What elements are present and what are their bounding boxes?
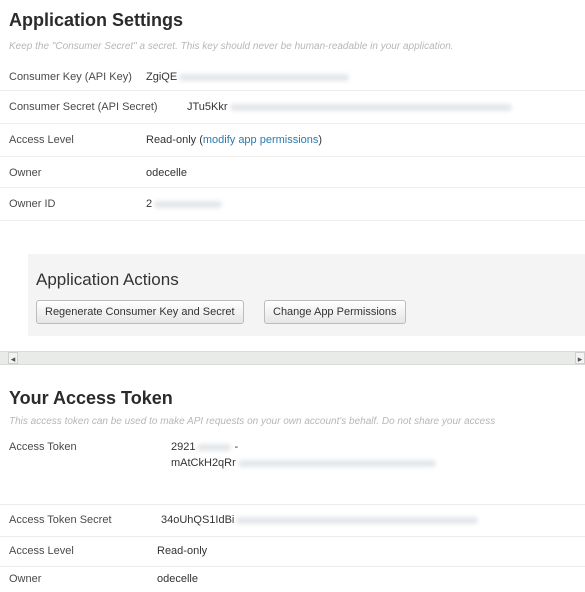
redacted-value — [179, 73, 350, 81]
redacted-value — [197, 443, 232, 451]
owner-id-label: Owner ID — [9, 198, 56, 210]
token-owner-label: Owner — [9, 573, 42, 585]
token-access-level-value: Read-only — [157, 545, 208, 557]
consumer-key-row: Consumer Key (API Key) ZgiQE — [0, 62, 585, 91]
owner-id-value: 2 — [146, 198, 223, 210]
app-settings-title: Application Settings — [9, 10, 184, 30]
consumer-key-label: Consumer Key (API Key) — [9, 71, 132, 83]
consumer-secret-row: Consumer Secret (API Secret) JTu5Kkr — [0, 90, 585, 124]
access-level-value: Read-only (modify app permissions) — [146, 134, 323, 146]
token-access-level-row: Access Level Read-only — [0, 536, 585, 567]
access-token-secret-row: Access Token Secret 34oUhQS1IdBi — [0, 504, 585, 537]
consumer-secret-value: JTu5Kkr — [187, 101, 512, 113]
access-token-value-line2: mAtCkH2qRr — [171, 457, 436, 469]
access-token-value-line1: 2921 - — [171, 441, 239, 453]
redacted-value — [236, 516, 479, 524]
app-settings-note: Keep the "Consumer Secret" a secret. Thi… — [9, 41, 454, 52]
scroll-right-icon[interactable]: ▸ — [575, 352, 585, 364]
owner-row: Owner odecelle — [0, 156, 585, 188]
regenerate-consumer-key-button[interactable]: Regenerate Consumer Key and Secret — [36, 300, 244, 324]
redacted-value — [237, 459, 436, 467]
access-level-label: Access Level — [9, 134, 74, 146]
owner-label: Owner — [9, 167, 42, 179]
redacted-value — [229, 103, 512, 111]
access-token-title: Your Access Token — [9, 388, 173, 408]
access-token-secret-label: Access Token Secret — [9, 514, 112, 526]
consumer-secret-label: Consumer Secret (API Secret) — [9, 101, 158, 113]
token-owner-row: Owner odecelle — [0, 566, 585, 591]
horizontal-scrollbar[interactable]: ◂ ▸ — [0, 351, 585, 365]
consumer-key-value: ZgiQE — [146, 71, 350, 83]
change-app-permissions-button[interactable]: Change App Permissions — [264, 300, 406, 324]
owner-value: odecelle — [146, 167, 187, 179]
modify-app-permissions-link[interactable]: modify app permissions — [203, 134, 319, 146]
access-token-note: This access token can be used to make AP… — [9, 416, 496, 427]
redacted-value — [154, 200, 223, 208]
token-owner-value: odecelle — [157, 573, 198, 585]
owner-id-row: Owner ID 2 — [0, 187, 585, 221]
scroll-left-icon[interactable]: ◂ — [8, 352, 18, 364]
application-actions-panel: Application Actions Regenerate Consumer … — [28, 254, 585, 336]
token-access-level-label: Access Level — [9, 545, 74, 557]
app-actions-title: Application Actions — [36, 270, 179, 289]
access-level-row: Access Level Read-only (modify app permi… — [0, 123, 585, 157]
access-token-secret-value: 34oUhQS1IdBi — [161, 514, 479, 526]
access-token-label: Access Token — [9, 441, 77, 453]
access-token-row: Access Token 2921 - mAtCkH2qRr — [0, 432, 585, 505]
